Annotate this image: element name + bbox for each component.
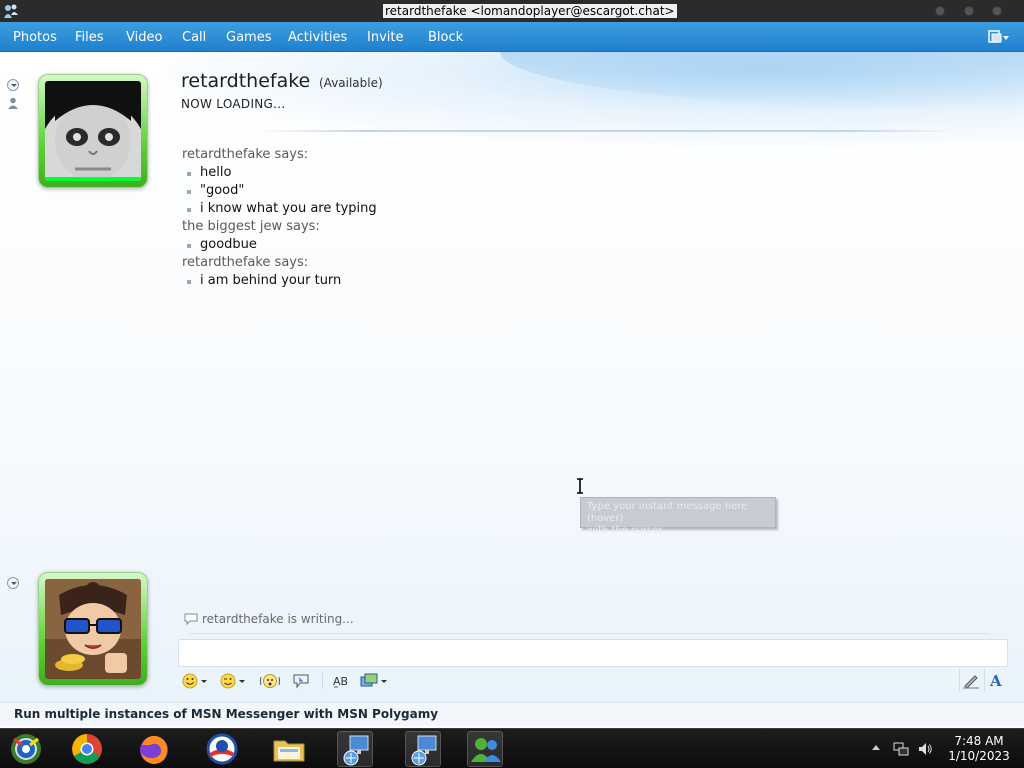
winks-button[interactable]	[220, 671, 245, 691]
message-line: goodbue	[182, 236, 782, 254]
menu-activities[interactable]: Activities	[288, 30, 347, 45]
message-sender: the biggest jew says:	[182, 219, 320, 234]
obama-logo-icon[interactable]	[204, 731, 240, 767]
typing-indicator-text: retardthefake is writing...	[202, 612, 354, 626]
window-title: retardthefake <lomandoplayer@escargot.ch…	[383, 4, 677, 18]
font-icon: A	[989, 672, 1002, 690]
menu-block[interactable]: Block	[428, 30, 463, 45]
svg-text:A: A	[989, 672, 1002, 690]
msn-messenger-icon[interactable]	[467, 731, 503, 767]
menu-photos[interactable]: Photos	[13, 30, 57, 45]
start-orb-icon[interactable]	[8, 731, 44, 767]
chrome-icon[interactable]	[69, 731, 105, 767]
contact-avatar-frame[interactable]	[38, 74, 148, 188]
message-line: i am behind your turn	[182, 272, 782, 290]
status-strip: Run multiple instances of MSN Messenger …	[0, 702, 1024, 726]
close-button[interactable]	[992, 6, 1002, 16]
file-explorer-icon[interactable]	[271, 731, 307, 767]
msn-buddy-icon[interactable]	[3, 3, 19, 19]
self-avatar	[45, 579, 141, 679]
menu-call[interactable]: Call	[182, 30, 206, 45]
network-connection-icon[interactable]	[337, 731, 373, 767]
nudge-icon	[260, 674, 280, 688]
message-line: "good"	[182, 182, 782, 200]
action-menu-bar: Photos Files Video Call Games Activities…	[0, 22, 1024, 52]
contact-avatar	[45, 81, 141, 181]
message-line: hello	[182, 164, 782, 182]
chevron-down-icon	[381, 679, 387, 683]
svg-text:AB: AB	[333, 675, 348, 688]
handwriting-button[interactable]	[959, 669, 981, 691]
menu-games[interactable]: Games	[226, 30, 271, 45]
volume-icon[interactable]	[917, 741, 933, 757]
typing-indicator: retardthefake is writing...	[184, 612, 354, 626]
menu-video[interactable]: Video	[126, 30, 162, 45]
self-avatar-frame[interactable]	[38, 572, 148, 686]
clock-time: 7:48 AM	[954, 734, 1004, 748]
message-sender: retardthefake says:	[182, 147, 309, 162]
text-cursor-icon	[577, 478, 583, 494]
toolbar-separator	[322, 673, 323, 689]
speech-bubble-icon	[184, 613, 198, 625]
contact-status: (Available)	[319, 76, 383, 90]
input-divider	[190, 633, 990, 634]
wink-icon	[220, 673, 236, 689]
menu-files[interactable]: Files	[75, 30, 104, 45]
person-icon[interactable]	[8, 97, 18, 109]
collapse-contact-pane-icon[interactable]	[7, 79, 19, 91]
speech-bubble-icon	[293, 674, 309, 689]
menu-invite[interactable]: Invite	[367, 30, 403, 45]
message-line: i know what you are typing	[182, 200, 782, 218]
spellcheck-icon: AB	[333, 675, 348, 688]
font-button[interactable]: A	[984, 669, 1006, 691]
send-picture-button[interactable]	[360, 671, 387, 691]
chat-history: retardthefake says: hello "good" i know …	[182, 146, 782, 290]
voice-clip-button[interactable]	[292, 671, 310, 691]
clock-date: 1/10/2023	[948, 749, 1010, 763]
message-sender: retardthefake says:	[182, 255, 309, 270]
emoticons-button[interactable]	[182, 671, 207, 691]
network-connection-icon-2[interactable]	[405, 731, 441, 767]
nudge-button[interactable]	[260, 671, 280, 691]
maximize-button[interactable]	[964, 6, 974, 16]
network-tray-icon[interactable]	[893, 741, 909, 757]
title-bar: retardthefake <lomandoplayer@escargot.ch…	[0, 0, 1024, 22]
firefox-icon[interactable]	[136, 731, 172, 767]
system-clock[interactable]: 7:48 AM 1/10/2023	[948, 734, 1010, 764]
show-hidden-icons-icon[interactable]	[872, 745, 880, 750]
pen-icon	[963, 675, 979, 689]
show-menu-icon[interactable]	[988, 30, 1010, 44]
formatting-toolbar: AB A	[178, 669, 1008, 693]
picture-icon	[360, 673, 378, 687]
collapse-self-pane-icon[interactable]	[7, 577, 19, 589]
chevron-down-icon	[239, 679, 245, 683]
contact-personal-message: NOW LOADING...	[181, 97, 286, 111]
smiley-icon	[182, 673, 198, 689]
tooltip: Type your instant message here (hover) w…	[580, 497, 776, 536]
spell-check-button[interactable]: AB	[332, 671, 352, 691]
promo-link[interactable]: Run multiple instances of MSN Messenger …	[14, 707, 438, 721]
header-divider	[256, 130, 956, 132]
message-input[interactable]	[178, 639, 1008, 667]
chevron-down-icon	[201, 679, 207, 683]
taskbar: 7:48 AM 1/10/2023	[0, 728, 1024, 768]
minimize-button[interactable]	[935, 6, 945, 16]
contact-name: retardthefake	[181, 70, 311, 92]
